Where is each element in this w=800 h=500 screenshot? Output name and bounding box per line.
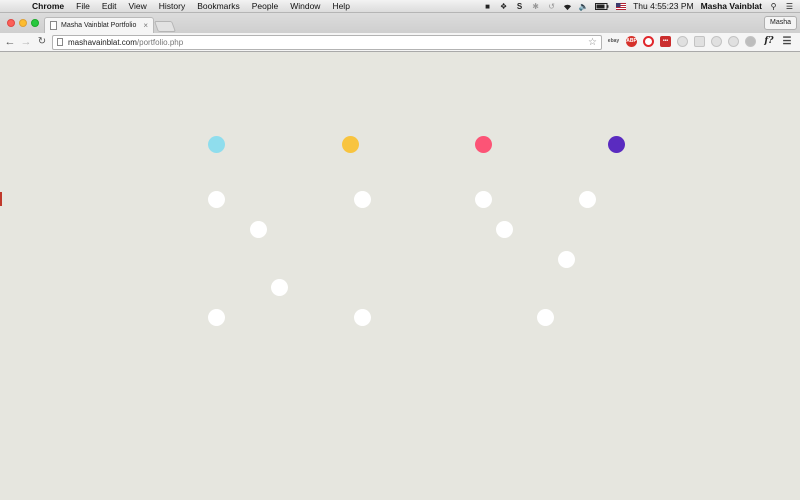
profile-button[interactable]: Masha [763, 16, 797, 30]
tab-strip: Masha Vainblat Portfolio × Masha [0, 13, 800, 33]
portfolio-page [0, 53, 800, 500]
white-dot[interactable] [208, 191, 225, 208]
new-tab-button[interactable] [153, 21, 177, 32]
menu-icon[interactable]: ☰ [782, 36, 792, 47]
portfolio-dot-pink[interactable] [475, 136, 492, 153]
portfolio-dot-purple[interactable] [608, 136, 625, 153]
menu-window[interactable]: Window [284, 0, 326, 13]
fq-icon[interactable]: f? [762, 36, 776, 47]
clock[interactable]: Thu 4:55:23 PM [633, 0, 693, 13]
dropbox-icon[interactable]: ❖ [499, 2, 508, 11]
bluetooth-icon[interactable]: ✱ [531, 2, 540, 11]
menu-file[interactable]: File [70, 0, 96, 13]
close-window-button[interactable] [7, 19, 15, 27]
page-icon [57, 38, 63, 46]
white-dot[interactable] [537, 309, 554, 326]
skype-icon[interactable]: S [515, 2, 524, 11]
white-dot[interactable] [475, 191, 492, 208]
white-dot[interactable] [250, 221, 267, 238]
menu-bar: Chrome File Edit View History Bookmarks … [0, 0, 800, 13]
page-icon [50, 21, 57, 30]
ebay-icon[interactable]: ebay [607, 36, 620, 47]
url-host: mashavainblat.com [68, 38, 137, 47]
browser-toolbar: ← → ↻ mashavainblat.com/portfolio.php ☆ … [0, 33, 800, 52]
volume-icon[interactable]: 🔈 [579, 2, 589, 11]
time-machine-icon[interactable]: ↺ [547, 2, 556, 11]
tab-close-icon[interactable]: × [143, 18, 148, 33]
tab-portfolio[interactable]: Masha Vainblat Portfolio × [44, 17, 154, 33]
download-icon[interactable] [694, 36, 705, 47]
address-bar[interactable]: mashavainblat.com/portfolio.php ☆ [52, 35, 602, 50]
portfolio-dot-yellow[interactable] [342, 136, 359, 153]
zoom-window-button[interactable] [31, 19, 39, 27]
edge-marker [0, 192, 2, 206]
white-dot[interactable] [354, 191, 371, 208]
white-dot[interactable] [208, 309, 225, 326]
minimize-window-button[interactable] [19, 19, 27, 27]
pen-icon[interactable] [711, 36, 722, 47]
flag-icon[interactable] [616, 2, 627, 11]
lastpass-icon[interactable]: ••• [660, 36, 671, 47]
circle-icon[interactable] [677, 36, 688, 47]
gray-circle-icon[interactable] [728, 36, 739, 47]
menu-help[interactable]: Help [326, 0, 355, 13]
portfolio-dot-cyan[interactable] [208, 136, 225, 153]
adblock-icon[interactable]: ABP [626, 36, 637, 47]
white-dot[interactable] [558, 251, 575, 268]
search-icon[interactable]: ⚲ [769, 2, 778, 11]
white-dot[interactable] [496, 221, 513, 238]
p-icon[interactable] [745, 36, 756, 47]
bookmark-star-icon[interactable]: ☆ [588, 36, 597, 49]
white-dot[interactable] [579, 191, 596, 208]
extension-bar: ebay ABP ••• f? ☰ [607, 36, 792, 47]
white-dot[interactable] [354, 309, 371, 326]
reload-icon[interactable]: ↻ [35, 35, 49, 49]
evernote-icon[interactable]: ■ [483, 2, 492, 11]
forward-arrow-icon[interactable]: → [19, 35, 33, 49]
menu-bookmarks[interactable]: Bookmarks [191, 0, 246, 13]
menu-edit[interactable]: Edit [96, 0, 123, 13]
menu-people[interactable]: People [246, 0, 284, 13]
wifi-icon[interactable] [563, 2, 572, 11]
battery-icon[interactable] [595, 2, 609, 11]
back-arrow-icon[interactable]: ← [3, 35, 17, 49]
menu-view[interactable]: View [122, 0, 152, 13]
white-dot[interactable] [271, 279, 288, 296]
menu-history[interactable]: History [153, 0, 191, 13]
list-icon[interactable]: ☰ [785, 2, 794, 11]
url-path: /portfolio.php [136, 38, 184, 47]
user-name[interactable]: Masha Vainblat [701, 0, 762, 13]
tab-title: Masha Vainblat Portfolio [61, 22, 137, 29]
menu-app-name[interactable]: Chrome [26, 0, 70, 13]
opera-icon[interactable] [643, 36, 654, 47]
